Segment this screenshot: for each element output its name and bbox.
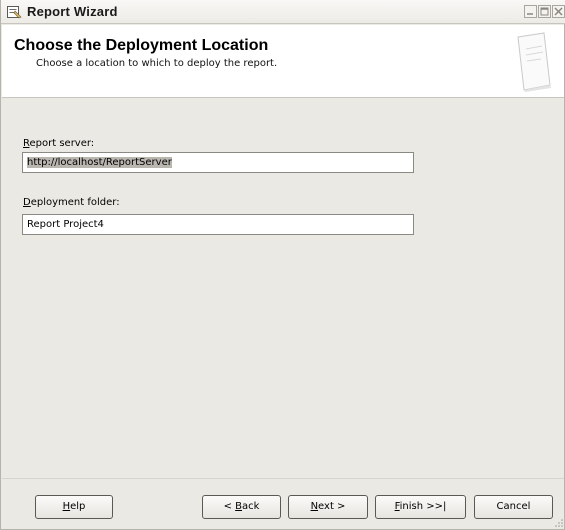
minimize-icon	[527, 13, 533, 15]
back-button[interactable]: < Back	[202, 495, 281, 519]
report-server-input[interactable]: http://localhost/ReportServer	[22, 152, 414, 173]
minimize-button[interactable]	[524, 5, 537, 18]
finish-button[interactable]: Finish >>|	[375, 495, 466, 519]
maximize-icon	[540, 7, 549, 16]
wizard-header: Choose the Deployment Location Choose a …	[2, 25, 564, 98]
window-title: Report Wizard	[27, 4, 118, 19]
deployment-folder-value: Report Project4	[27, 219, 104, 230]
next-button[interactable]: Next >	[288, 495, 368, 519]
footer-divider	[2, 478, 564, 479]
help-button[interactable]: Help	[35, 495, 113, 519]
deployment-folder-label: Deployment folder:	[23, 197, 120, 208]
close-button[interactable]	[552, 5, 565, 18]
deployment-folder-input[interactable]: Report Project4	[22, 214, 414, 235]
title-bar[interactable]: Report Wizard	[1, 0, 565, 24]
page-title: Choose the Deployment Location	[14, 37, 269, 54]
report-wizard-window: Report Wizard Choose the Deployment Loca…	[0, 0, 565, 530]
report-server-value: http://localhost/ReportServer	[27, 157, 172, 168]
close-icon	[554, 7, 563, 16]
resize-grip-icon[interactable]	[553, 517, 564, 528]
page-subtitle: Choose a location to which to deploy the…	[36, 58, 278, 69]
report-wizard-icon	[7, 5, 22, 19]
cancel-button[interactable]: Cancel	[474, 495, 553, 519]
document-page-icon	[514, 31, 554, 93]
maximize-button[interactable]	[538, 5, 551, 18]
report-server-label: Report server:	[23, 138, 95, 149]
